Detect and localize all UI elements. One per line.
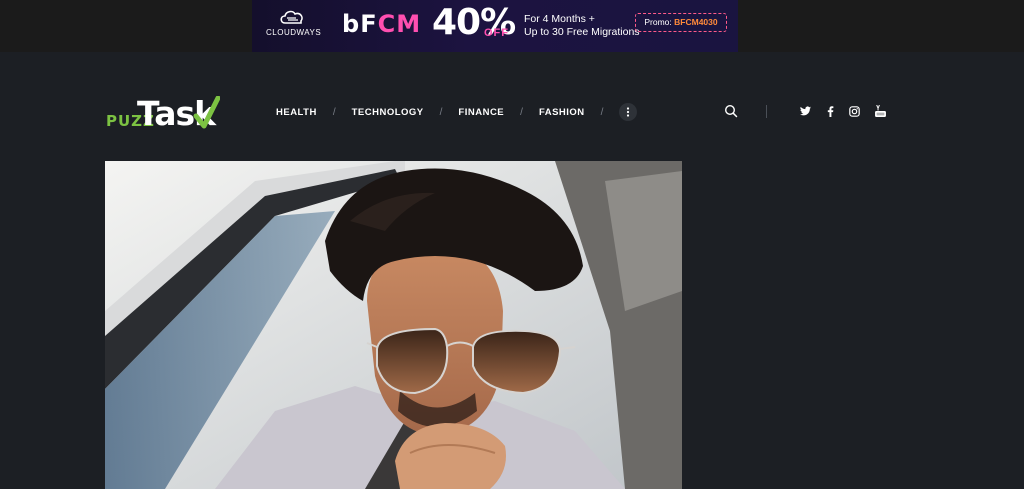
twitter-link[interactable] — [799, 105, 811, 117]
search-button[interactable] — [724, 104, 738, 118]
man-in-car-photo — [105, 161, 682, 489]
more-menu-button[interactable] — [619, 103, 638, 121]
ad-banner[interactable]: CLOUDWAYS bFCM 40% OFF For 4 Months + Up… — [252, 0, 738, 52]
instagram-link[interactable] — [848, 105, 860, 117]
nav-item-finance[interactable]: FINANCE — [458, 107, 504, 118]
youtube-link[interactable] — [874, 105, 886, 117]
nav-item-technology[interactable]: TECHNOLOGY — [352, 107, 424, 118]
offer-text: For 4 Months + Up to 30 Free Migrations — [524, 13, 640, 39]
main-nav: HEALTH / TECHNOLOGY / FINANCE / FASHION … — [276, 103, 638, 121]
nav-separator: / — [332, 106, 336, 118]
facebook-link[interactable] — [824, 105, 836, 117]
cloudways-text: CLOUDWAYS — [266, 28, 322, 37]
nav-separator: / — [600, 106, 604, 118]
promo-code-box[interactable]: Promo: BFCM4030 — [635, 13, 727, 32]
logo-check-icon — [193, 96, 220, 129]
cloudways-logo: CLOUDWAYS — [266, 9, 322, 37]
facebook-icon — [827, 105, 833, 117]
header-divider — [766, 105, 767, 118]
top-ad-bar: CLOUDWAYS bFCM 40% OFF For 4 Months + Up… — [0, 0, 1024, 52]
discount-off: OFF — [484, 27, 509, 39]
site-logo[interactable]: PUZZ Task — [106, 94, 220, 133]
nav-item-health[interactable]: HEALTH — [276, 107, 317, 118]
offer-line-2: Up to 30 Free Migrations — [524, 26, 640, 38]
nav-separator: / — [520, 106, 523, 118]
nav-separator: / — [439, 106, 443, 118]
site-header: PUZZ Task HEALTH / TECHNOLOGY / FINANCE … — [0, 52, 1024, 161]
featured-article-image[interactable] — [105, 161, 682, 489]
instagram-icon — [848, 105, 860, 117]
bfcm-text: bFCM — [342, 10, 422, 38]
youtube-icon — [874, 105, 886, 117]
twitter-icon — [799, 106, 811, 116]
offer-line-1: For 4 Months + — [524, 13, 595, 25]
promo-code: BFCM4030 — [674, 17, 718, 27]
nav-item-fashion[interactable]: FASHION — [539, 107, 585, 118]
more-dots-icon — [627, 107, 630, 117]
promo-label: Promo: — [644, 17, 672, 27]
cloud-icon — [280, 10, 303, 24]
search-icon — [724, 104, 738, 118]
